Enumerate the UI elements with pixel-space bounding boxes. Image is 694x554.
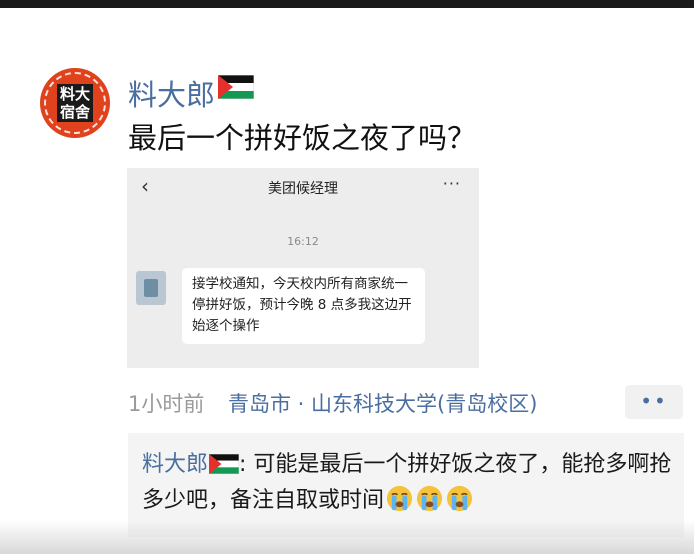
post-content: 最后一个拼好饭之夜了吗？ — [128, 121, 477, 155]
avatar[interactable]: 料大宿舍 — [40, 68, 110, 138]
chat-title: 美团候经理 — [268, 181, 338, 197]
loudly-crying-face-icon — [386, 485, 413, 512]
post-username[interactable]: 料大郎 — [128, 72, 215, 114]
comment: 料大郎 : 可能是最后一个拼好饭之夜了，能抢多啊抢多少吧，备注自取或时间 — [142, 447, 672, 519]
palestine-flag-icon — [209, 454, 240, 474]
chat-sender-avatar — [136, 271, 166, 305]
more-options-icon: ··· — [442, 174, 461, 193]
post-time: 1小时前 — [128, 392, 205, 416]
loudly-crying-face-icon — [416, 485, 443, 512]
chat-timestamp: 16:12 — [287, 235, 319, 248]
bottom-shade — [0, 520, 694, 554]
more-actions-button[interactable]: •• — [625, 385, 683, 419]
top-bar — [0, 0, 694, 8]
palestine-flag-icon — [218, 75, 254, 99]
avatar-logo-text: 料大宿舍 — [57, 84, 93, 122]
post-image-screenshot[interactable]: ‹ 美团候经理 ··· 16:12 接学校通知，今天校内所有商家统一停拼好饭，预… — [127, 168, 479, 368]
post-location[interactable]: 青岛市 · 山东科技大学(青岛校区) — [228, 388, 537, 418]
loudly-crying-face-icon — [446, 485, 473, 512]
comment-author[interactable]: 料大郎 — [142, 452, 208, 477]
chat-header: ‹ 美团候经理 ··· — [127, 168, 479, 206]
chat-message-bubble: 接学校通知，今天校内所有商家统一停拼好饭，预计今晚 8 点多我这边开始逐个操作 — [182, 268, 425, 344]
